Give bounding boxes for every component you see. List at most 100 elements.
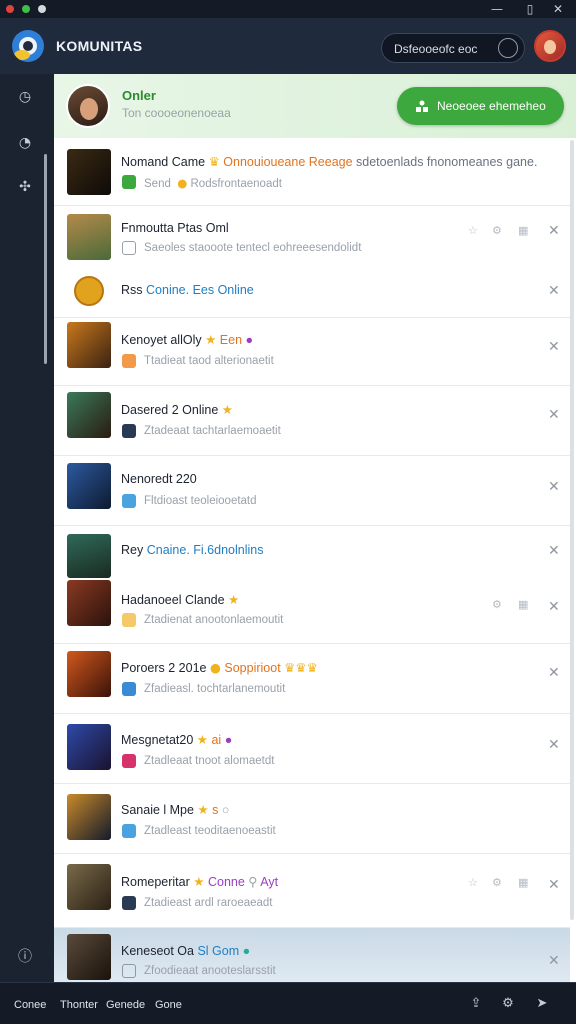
game-thumbnail bbox=[67, 534, 111, 578]
people-icon bbox=[416, 100, 428, 112]
bottom-link-conee[interactable]: Conee bbox=[14, 999, 46, 1011]
game-row[interactable]: Rey Cnaine. Fi.6dnolnlins ✕ bbox=[54, 526, 570, 580]
game-status: Zfoodieaat anooteslarsstit bbox=[144, 965, 276, 977]
maximize-window-dot[interactable] bbox=[22, 5, 30, 13]
sidebar: ◷ ◔ ✣ ⓘ bbox=[0, 74, 54, 982]
game-thumbnail bbox=[67, 651, 111, 697]
info-icon[interactable]: ⓘ bbox=[16, 948, 34, 966]
bottom-bar: Conee Thonter Genede Gone ⇪ ⚙ ➤ bbox=[0, 982, 576, 1024]
game-status-icon bbox=[122, 896, 136, 910]
game-status: Send ● Rodsfrontaenoadt bbox=[144, 176, 282, 190]
close-icon[interactable]: ✕ bbox=[548, 340, 560, 354]
game-status-icon bbox=[122, 964, 136, 978]
restore-icon[interactable]: ▯ bbox=[520, 1, 540, 17]
settings-icon[interactable]: ⚙ bbox=[492, 224, 502, 237]
game-row[interactable]: Hadanoeel Clande ★ Ztadienat anootonlaem… bbox=[54, 580, 570, 644]
close-icon[interactable]: ✕ bbox=[548, 666, 560, 680]
close-icon[interactable]: ✕ bbox=[548, 1, 568, 17]
game-row[interactable]: Poroers 2 201e ● Soppirioot ♛♛♛ Zfadieas… bbox=[54, 644, 570, 714]
game-status: Ztadienat anootonlaemoutit bbox=[144, 614, 284, 626]
game-status: Zfadieasl. tochtarlanemoutit bbox=[144, 683, 286, 695]
game-thumbnail bbox=[67, 724, 111, 770]
bottom-link-gone[interactable]: Gone bbox=[155, 999, 182, 1011]
game-row[interactable]: Kenoyet allOly ★ Een ● Ttadieat taod alt… bbox=[54, 318, 570, 386]
game-row[interactable]: Nenoredt 220 Fltdioast teoleiooetatd ✕ bbox=[54, 456, 570, 526]
search-icon[interactable] bbox=[498, 38, 518, 58]
game-row[interactable]: Romeperitar ★ Conne ⚲ Ayt Ztadieast ardl… bbox=[54, 854, 570, 928]
game-status: Ztadeaat tachtarlaemoaetit bbox=[144, 425, 281, 437]
game-title: Rey Cnaine. Fi.6dnolnlins bbox=[121, 543, 264, 557]
sidebar-scrollbar[interactable] bbox=[44, 154, 47, 364]
game-status: Ztadleaat tnoot alomaetdt bbox=[144, 755, 275, 767]
app-logo-icon bbox=[12, 30, 44, 62]
badge-icon bbox=[74, 276, 104, 306]
close-window-dot[interactable] bbox=[6, 5, 14, 13]
game-title: Dasered 2 Online ★ bbox=[121, 402, 233, 417]
search-bar[interactable]: Dsfeooeofc eoc bbox=[381, 33, 525, 63]
close-icon[interactable]: ✕ bbox=[548, 738, 560, 752]
bottom-link-genede[interactable]: Genede bbox=[106, 999, 145, 1011]
close-icon[interactable]: ✕ bbox=[548, 480, 560, 494]
close-icon[interactable]: ✕ bbox=[548, 284, 560, 298]
game-status-icon bbox=[122, 613, 136, 627]
profile-avatar[interactable] bbox=[66, 84, 110, 128]
minimize-window-dot[interactable] bbox=[38, 5, 46, 13]
game-status-icon bbox=[122, 754, 136, 768]
settings-icon[interactable]: ⚙ bbox=[500, 996, 516, 1012]
grid-icon[interactable]: ▦ bbox=[518, 876, 528, 889]
game-row[interactable]: Keneseot Oa Sl Gom ● Zfoodieaat anootesl… bbox=[54, 928, 570, 982]
game-thumbnail bbox=[67, 463, 111, 509]
window-titlebar: — ▯ ✕ bbox=[0, 0, 576, 18]
game-row[interactable]: Dasered 2 Online ★ Ztadeaat tachtarlaemo… bbox=[54, 386, 570, 456]
app-title: KOMUNITAS bbox=[56, 38, 143, 54]
game-title: Nenoredt 220 bbox=[121, 472, 197, 486]
favorite-icon[interactable]: ☆ bbox=[468, 224, 478, 237]
game-row[interactable]: Rss Conine. Ees Online ✕ bbox=[54, 268, 570, 318]
game-title: Hadanoeel Clande ★ bbox=[121, 592, 240, 607]
game-title: Romeperitar ★ Conne ⚲ Ayt bbox=[121, 874, 279, 889]
close-icon[interactable]: ✕ bbox=[548, 224, 560, 238]
minimize-icon[interactable]: — bbox=[487, 1, 507, 17]
favorite-icon[interactable]: ☆ bbox=[468, 876, 478, 889]
share-icon[interactable]: ⇪ bbox=[468, 996, 484, 1012]
user-avatar[interactable] bbox=[534, 30, 566, 62]
settings-icon[interactable]: ⚙ bbox=[492, 598, 502, 611]
send-icon[interactable]: ➤ bbox=[534, 996, 550, 1012]
close-icon[interactable]: ✕ bbox=[548, 600, 560, 614]
game-status: Ttadieat taod alterionaetit bbox=[144, 355, 274, 367]
game-status-icon bbox=[122, 354, 136, 368]
online-status-banner: Onler Ton coooeonenoeaa Neoeoee ehemeheo bbox=[54, 74, 576, 138]
game-thumbnail bbox=[67, 580, 111, 626]
game-row[interactable]: Fnmoutta Ptas Oml Saeoles staooote tente… bbox=[54, 206, 570, 268]
game-status-icon bbox=[122, 824, 136, 838]
community-list-panel: Onler Ton coooeonenoeaa Neoeoee ehemeheo… bbox=[54, 74, 576, 982]
game-thumbnail bbox=[67, 392, 111, 438]
grid-icon[interactable]: ▦ bbox=[518, 224, 528, 237]
list-scrollbar[interactable] bbox=[570, 140, 574, 920]
game-row[interactable]: Sanaie l Mpe ★ s ○ Ztadleast teoditaenoe… bbox=[54, 784, 570, 854]
game-title: Nomand Came ♛ Onnouioueane Reeage sdetoe… bbox=[121, 154, 538, 169]
game-status: Ztadieast ardl raroeaeadt bbox=[144, 897, 273, 909]
game-title: Kenoyet allOly ★ Een ● bbox=[121, 332, 254, 347]
online-status-subtitle: Ton coooeonenoeaa bbox=[122, 106, 231, 120]
game-status-icon bbox=[122, 682, 136, 696]
bottom-link-thonter[interactable]: Thonter bbox=[60, 999, 98, 1011]
history-icon[interactable]: ◷ bbox=[16, 88, 34, 106]
invite-friends-button[interactable]: Neoeoee ehemeheo bbox=[397, 87, 564, 125]
grid-icon[interactable]: ▦ bbox=[518, 598, 528, 611]
checkbox[interactable] bbox=[122, 241, 136, 255]
close-icon[interactable]: ✕ bbox=[548, 408, 560, 422]
app-header: KOMUNITAS Dsfeooeofc eoc bbox=[0, 18, 576, 74]
game-row[interactable]: Mesgnetat20 ★ ai ● Ztadleaat tnoot aloma… bbox=[54, 714, 570, 784]
game-thumbnail bbox=[67, 149, 111, 195]
puzzle-icon[interactable]: ✣ bbox=[16, 178, 34, 196]
search-input[interactable]: Dsfeooeofc eoc bbox=[394, 42, 477, 56]
game-status: Fltdioast teoleiooetatd bbox=[144, 495, 257, 507]
close-icon[interactable]: ✕ bbox=[548, 878, 560, 892]
close-icon[interactable]: ✕ bbox=[548, 954, 560, 968]
game-title: Sanaie l Mpe ★ s ○ bbox=[121, 802, 230, 817]
game-row[interactable]: Nomand Came ♛ Onnouioueane Reeage sdetoe… bbox=[54, 138, 570, 206]
clock-icon[interactable]: ◔ bbox=[16, 134, 34, 152]
settings-icon[interactable]: ⚙ bbox=[492, 876, 502, 889]
close-icon[interactable]: ✕ bbox=[548, 544, 560, 558]
